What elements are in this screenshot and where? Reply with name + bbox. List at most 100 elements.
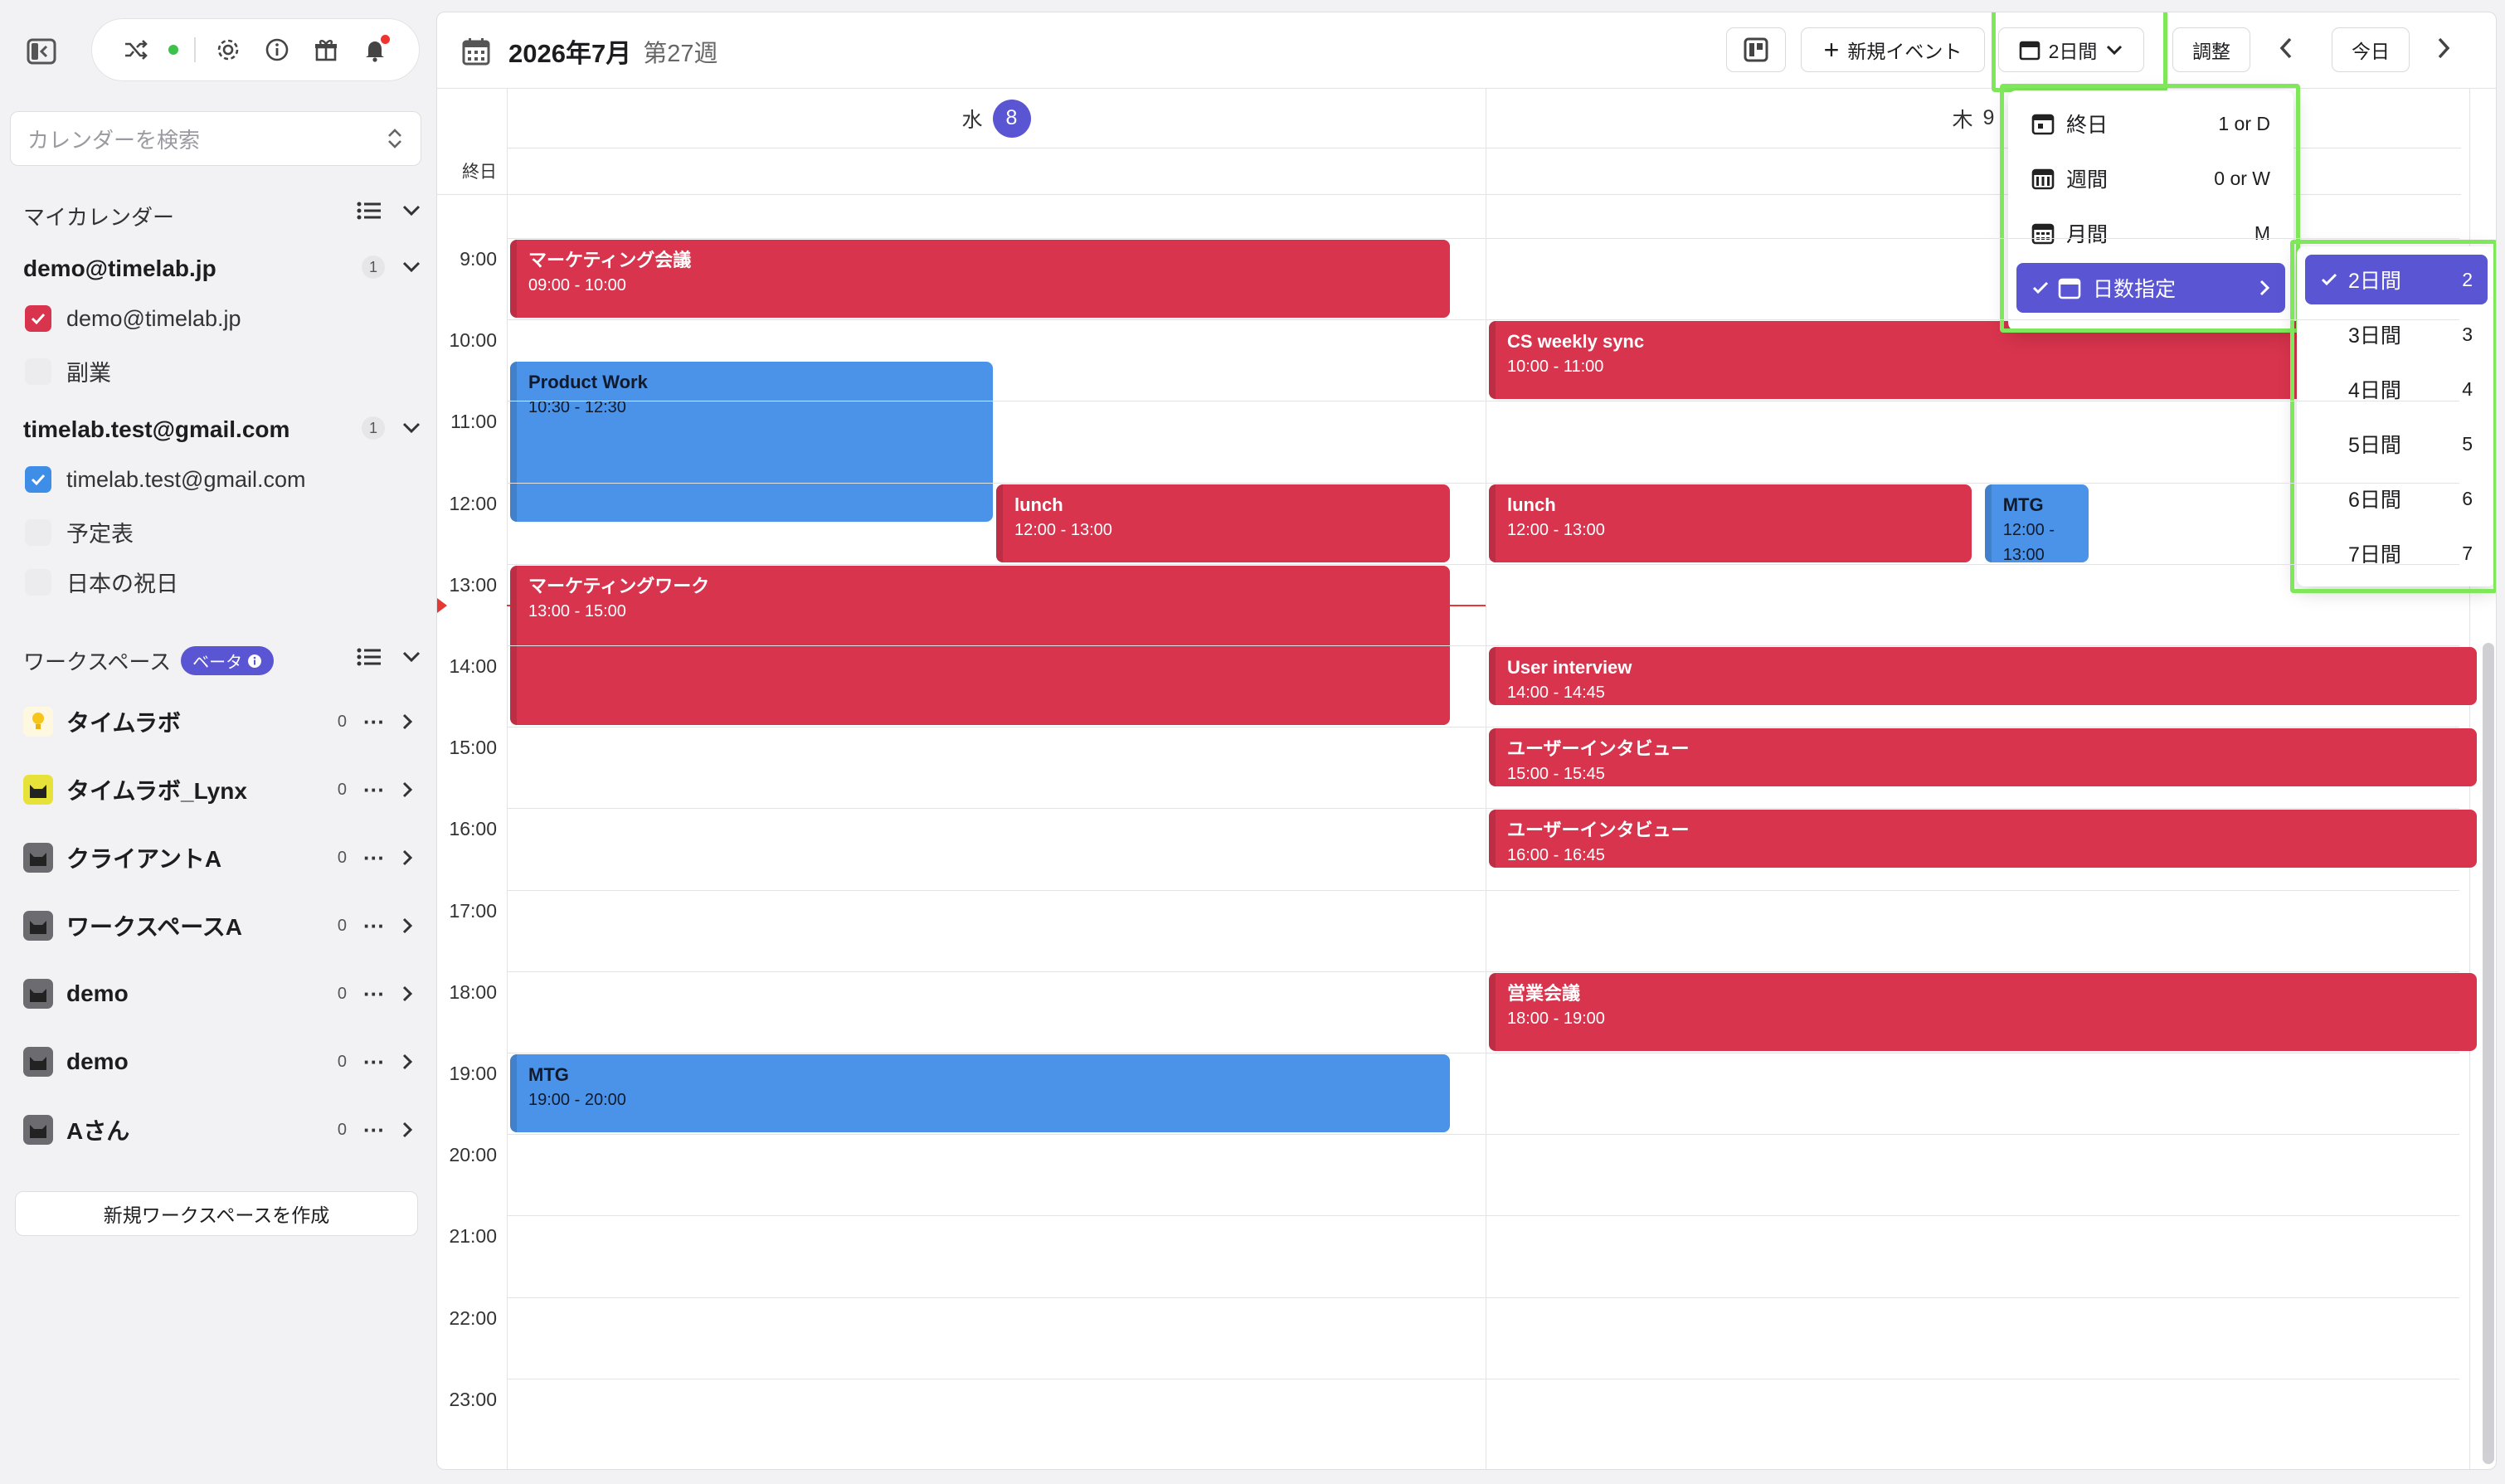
calendar-event[interactable]: lunch 12:00 - 13:00 xyxy=(996,484,1450,562)
event-time: 19:00 - 20:00 xyxy=(528,1091,626,1109)
workspace-heading: ワークスペース ベータ xyxy=(23,645,275,676)
calendar-header: 2026年7月 第27週 + 新規イベント 2日間 調整 今日 xyxy=(437,12,2496,92)
next-button[interactable] xyxy=(2436,36,2451,65)
more-icon[interactable]: ··· xyxy=(363,1049,385,1075)
grid-divider xyxy=(507,89,508,1469)
workspace-item[interactable]: Aさん 0 ··· xyxy=(23,1108,413,1151)
chevron-down-icon[interactable] xyxy=(401,204,421,217)
calendar-event[interactable]: マーケティング会議 09:00 - 10:00 xyxy=(510,240,1450,319)
plus-icon: + xyxy=(1823,35,1840,65)
chevron-right-icon xyxy=(2438,37,2450,59)
more-icon[interactable]: ··· xyxy=(363,845,385,871)
workspace-name: demo xyxy=(66,980,129,1006)
calendar-event[interactable]: lunch 12:00 - 13:00 xyxy=(1489,484,1972,562)
time-label: 22:00 xyxy=(449,1306,497,1329)
chevron-right-icon[interactable] xyxy=(401,1053,413,1071)
workspace-item[interactable]: demo 0 ··· xyxy=(23,1040,413,1083)
workspace-count: 0 xyxy=(337,1120,348,1139)
notification-dot xyxy=(381,35,390,44)
list-icon[interactable] xyxy=(357,201,382,221)
current-time-marker xyxy=(437,598,447,613)
day-header[interactable]: 木 9 xyxy=(1486,89,2461,148)
chevron-right-icon[interactable] xyxy=(401,781,413,799)
info-icon[interactable] xyxy=(260,33,294,66)
calendar-item[interactable]: timelab.test@gmail.com xyxy=(25,466,306,493)
event-title: Product Work xyxy=(528,372,648,393)
today-button[interactable]: 今日 xyxy=(2332,27,2410,72)
workspace-item[interactable]: タイムラボ 0 ··· xyxy=(23,700,413,743)
more-icon[interactable]: ··· xyxy=(363,981,385,1007)
workspace-item[interactable]: タイムラボ_Lynx 0 ··· xyxy=(23,768,413,811)
checkbox-checked[interactable] xyxy=(25,466,51,493)
more-icon[interactable]: ··· xyxy=(363,709,385,735)
checkbox-unchecked[interactable] xyxy=(25,358,51,385)
highlight-box xyxy=(1992,12,2167,92)
checkbox-unchecked[interactable] xyxy=(25,518,51,546)
beta-badge: ベータ xyxy=(181,646,275,675)
calendar-event[interactable]: User interview 14:00 - 14:45 xyxy=(1489,647,2478,705)
search-placeholder: カレンダーを検索 xyxy=(27,127,201,153)
chevron-right-icon[interactable] xyxy=(401,849,413,867)
workspace-name: ワークスペースA xyxy=(66,914,243,940)
hour-gridline xyxy=(507,971,2459,972)
scrollbar[interactable] xyxy=(2483,643,2494,1464)
info-icon[interactable] xyxy=(247,654,262,669)
event-title: マーケティング会議 xyxy=(528,250,692,270)
calendar-item[interactable]: demo@timelab.jp xyxy=(25,305,241,332)
create-workspace-button[interactable]: 新規ワークスペースを作成 xyxy=(15,1191,418,1236)
workspace-item[interactable]: クライアントA 0 ··· xyxy=(23,836,413,879)
all-day-label: 終日 xyxy=(462,163,497,182)
hour-gridline xyxy=(507,238,2459,239)
workspace-item[interactable]: demo 0 ··· xyxy=(23,972,413,1015)
chevron-down-icon[interactable] xyxy=(401,421,421,435)
calendar-event[interactable]: MTG 19:00 - 20:00 xyxy=(510,1054,1450,1133)
calendar-event[interactable]: ユーザーインタビュー 16:00 - 16:45 xyxy=(1489,810,2478,869)
calendar-event[interactable]: Product Work 10:30 - 12:30 xyxy=(510,362,993,522)
chevron-updown-icon xyxy=(388,129,401,148)
checkbox-checked[interactable] xyxy=(25,305,51,332)
calendar-event[interactable]: MTG 12:00 - 13:00 xyxy=(1984,484,2089,562)
month-title: 2026年7月 xyxy=(508,39,632,68)
prev-button[interactable] xyxy=(2279,36,2293,65)
chevron-down-icon[interactable] xyxy=(401,650,421,664)
sidebar-toggle-icon[interactable] xyxy=(23,33,60,70)
more-icon[interactable]: ··· xyxy=(363,1117,385,1143)
chevron-right-icon[interactable] xyxy=(401,917,413,935)
calendar-event[interactable]: 営業会議 18:00 - 19:00 xyxy=(1489,972,2478,1051)
chevron-right-icon[interactable] xyxy=(401,713,413,731)
list-icon[interactable] xyxy=(357,647,382,667)
gift-icon[interactable] xyxy=(309,33,343,66)
workspace-name: タイムラボ xyxy=(66,710,182,736)
cat-icon xyxy=(23,1115,53,1145)
calendar-label: 副業 xyxy=(66,361,111,386)
calendar-item[interactable]: 副業 xyxy=(25,355,111,387)
chevron-right-icon[interactable] xyxy=(401,1121,413,1139)
adjust-button[interactable]: 調整 xyxy=(2172,27,2250,72)
time-label: 17:00 xyxy=(449,899,497,922)
sidebar-toolbar xyxy=(91,18,420,81)
new-event-button[interactable]: + 新規イベント xyxy=(1801,27,1985,72)
bell-icon[interactable] xyxy=(358,33,392,66)
workspace-heading-label: ワークスペース xyxy=(23,650,172,674)
more-icon[interactable]: ··· xyxy=(363,777,385,803)
more-icon[interactable]: ··· xyxy=(363,913,385,939)
gear-icon[interactable] xyxy=(212,33,245,66)
day-header[interactable]: 水 8 xyxy=(507,89,1486,148)
time-label: 15:00 xyxy=(449,737,497,759)
calendar-item[interactable]: 日本の祝日 xyxy=(25,566,178,598)
workspace-count: 0 xyxy=(337,916,348,935)
checkbox-unchecked[interactable] xyxy=(25,568,51,596)
calendar-event[interactable]: ユーザーインタビュー 15:00 - 15:45 xyxy=(1489,728,2478,786)
chevron-down-icon[interactable] xyxy=(401,260,421,274)
event-time: 14:00 - 14:45 xyxy=(1507,684,1605,702)
event-title: ユーザーインタビュー xyxy=(1507,738,1690,760)
calendar-item[interactable]: 予定表 xyxy=(25,516,134,548)
workspace-count: 0 xyxy=(337,984,348,1003)
time-label: 23:00 xyxy=(449,1388,497,1410)
workspace-item[interactable]: ワークスペースA 0 ··· xyxy=(23,904,413,947)
event-time: 13:00 - 15:00 xyxy=(528,601,626,620)
shuffle-icon[interactable] xyxy=(119,33,153,66)
layout-toggle-button[interactable] xyxy=(1726,27,1786,72)
chevron-right-icon[interactable] xyxy=(401,985,413,1003)
calendar-search-input[interactable]: カレンダーを検索 xyxy=(10,111,421,166)
